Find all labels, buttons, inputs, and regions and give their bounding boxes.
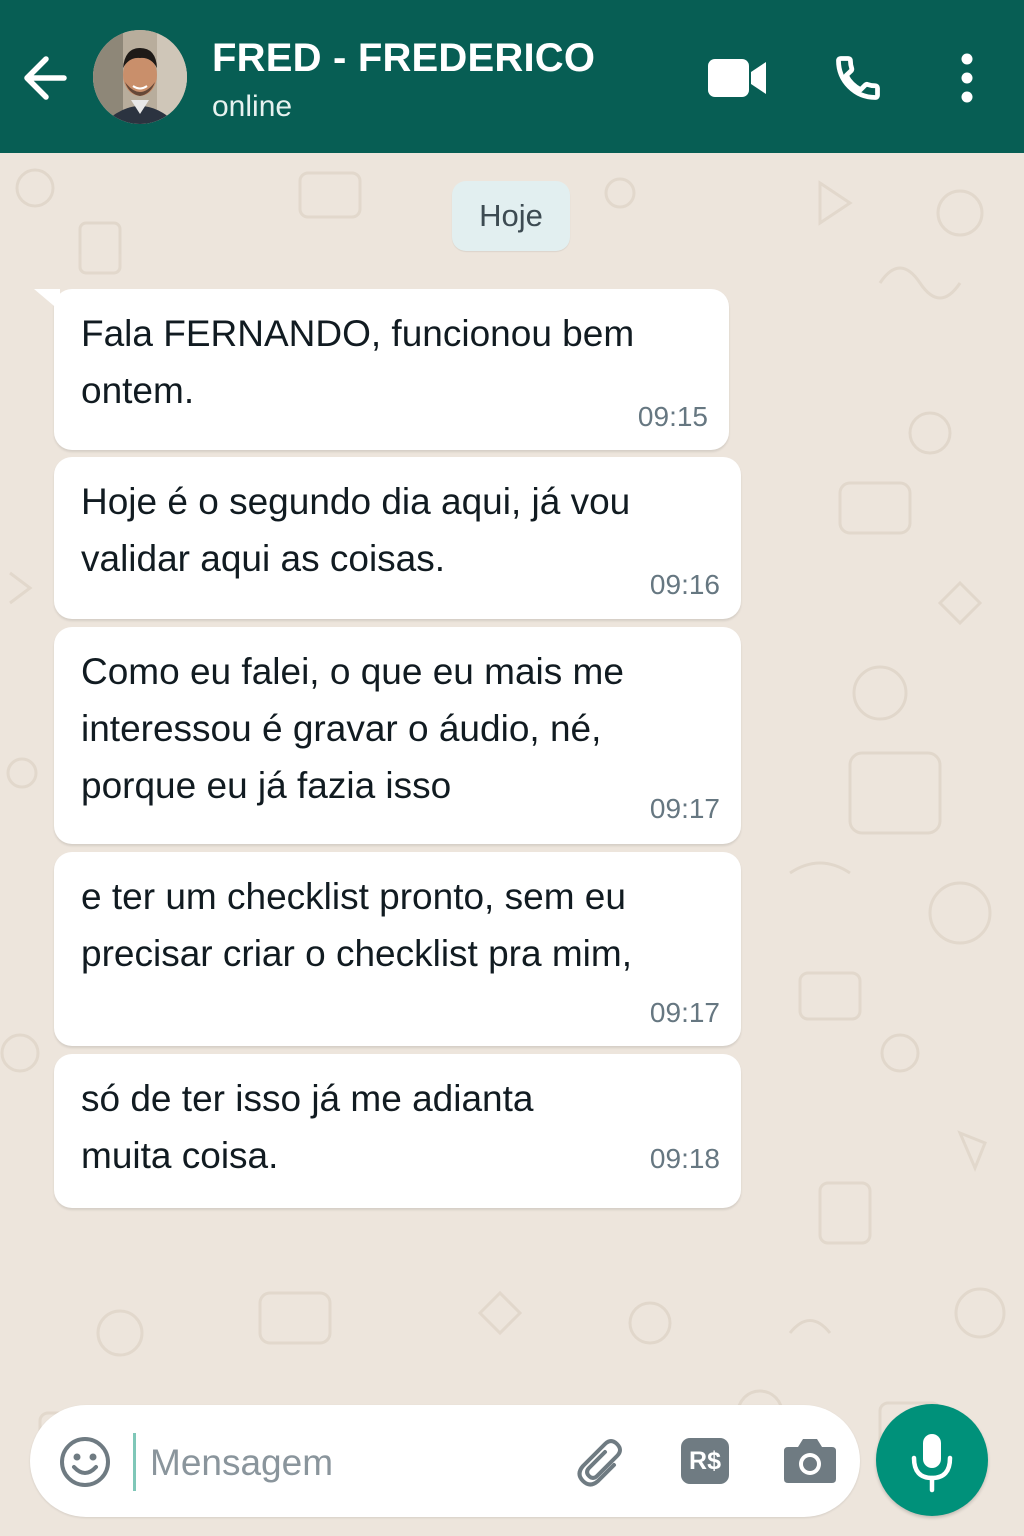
voice-call-icon [836, 56, 880, 100]
message-time: 09:17 [649, 793, 720, 824]
message-bubble[interactable]: Como eu falei, o que eu mais me interess… [54, 627, 741, 844]
message-bubble[interactable]: e ter um checklist pronto, sem eu precis… [54, 852, 741, 1046]
voice-record-button[interactable] [876, 1404, 988, 1516]
payment-button[interactable]: R$ [680, 1437, 730, 1485]
message-text: e ter um checklist pronto, sem eu precis… [81, 876, 633, 974]
message-bubble[interactable]: só de ter isso já me adianta muita coisa… [54, 1054, 741, 1208]
message-time: 09:17 [649, 997, 720, 1028]
voice-call-button[interactable] [832, 52, 884, 104]
attach-icon [577, 1439, 622, 1487]
date-divider: Hoje [452, 181, 570, 251]
message-time: 09:16 [649, 569, 720, 600]
microphone-icon [911, 1434, 953, 1493]
camera-button[interactable] [782, 1435, 838, 1487]
contact-status: online [212, 90, 293, 123]
back-arrow-icon [24, 56, 67, 100]
more-options-button[interactable] [952, 52, 982, 104]
chat-header: FRED - FREDERICO online [0, 0, 1024, 153]
emoji-icon [60, 1437, 110, 1487]
message-text: só de ter isso já me adianta muita coisa… [81, 1078, 534, 1176]
contact-name[interactable]: FRED - FREDERICO [212, 36, 595, 81]
message-time: 09:18 [649, 1143, 720, 1174]
more-options-icon [961, 53, 973, 103]
contact-avatar-photo [93, 30, 187, 124]
message-bubble[interactable]: Fala FERNANDO, funcionou bem ontem. 09:1… [34, 289, 729, 450]
bubble-tail [34, 289, 60, 311]
message-input[interactable] [148, 1427, 552, 1499]
back-button[interactable] [20, 48, 76, 108]
text-cursor [133, 1433, 136, 1491]
video-call-button[interactable] [706, 56, 768, 100]
message-time: 09:15 [637, 401, 708, 432]
message-composer: R$ [30, 1405, 860, 1517]
camera-icon [784, 1439, 836, 1483]
video-call-icon [708, 59, 766, 97]
message-bubble[interactable]: Hoje é o segundo dia aqui, já vou valida… [54, 457, 741, 619]
message-text: Como eu falei, o que eu mais me interess… [81, 651, 624, 806]
contact-avatar[interactable] [93, 30, 187, 124]
emoji-button[interactable] [58, 1435, 112, 1489]
attach-button[interactable] [574, 1435, 630, 1491]
message-text: Hoje é o segundo dia aqui, já vou valida… [81, 481, 631, 579]
message-text: Fala FERNANDO, funcionou bem ontem. [81, 313, 635, 411]
payment-label: R$ [689, 1446, 721, 1475]
